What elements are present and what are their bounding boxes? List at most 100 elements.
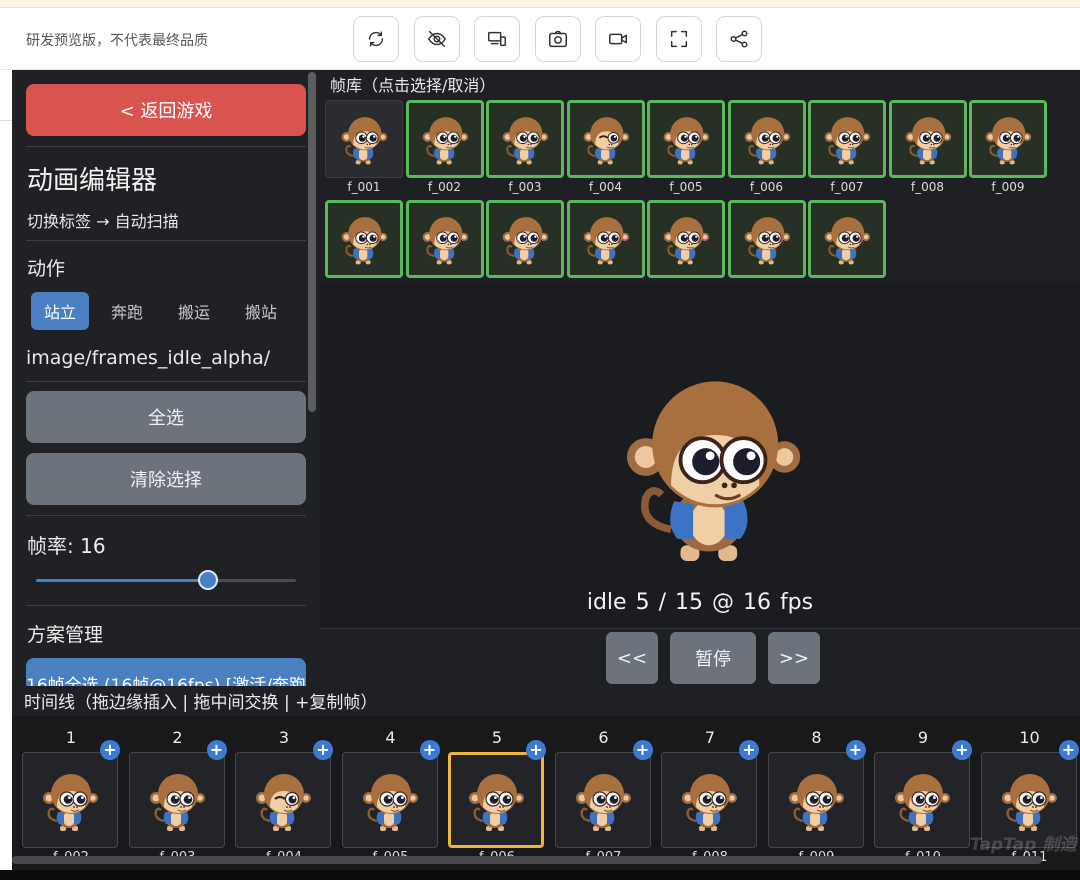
duplicate-frame-button[interactable]: + <box>739 740 759 760</box>
slider-thumb[interactable] <box>197 570 218 590</box>
watermark: TapTap 制造 <box>970 835 1077 855</box>
monkey-sprite <box>682 774 737 831</box>
action-tab-1[interactable]: 奔跑 <box>98 292 156 330</box>
monkey-sprite <box>663 117 710 165</box>
monkey-sprite <box>422 217 468 265</box>
back-to-game-button[interactable]: < 返回游戏 <box>26 84 306 136</box>
action-tab-0[interactable]: 站立 <box>31 292 90 330</box>
monkey-sprite <box>905 117 951 165</box>
library-frame-label: f_003 <box>508 180 542 194</box>
timeline-frame[interactable] <box>128 752 225 848</box>
monkey-sprite <box>341 217 388 265</box>
monkey-sprite <box>824 217 871 265</box>
library-frame[interactable] <box>486 100 564 178</box>
monkey-sprite <box>43 774 98 831</box>
timeline-frame[interactable] <box>874 752 970 848</box>
preview-toolbar: 研发预览版，不代表最终品质 <box>0 8 1080 70</box>
timeline-label: 时间线（拖边缘插入 | 拖中间交换 | +复制帧） <box>24 693 378 713</box>
action-tab-2[interactable]: 搬运 <box>165 292 223 330</box>
library-frame[interactable] <box>325 200 403 278</box>
monkey-sprite <box>663 217 710 265</box>
divider <box>26 515 306 516</box>
library-frame[interactable] <box>969 100 1047 178</box>
action-heading: 动作 <box>27 258 66 280</box>
monkey-sprite <box>583 117 629 165</box>
library-frame[interactable] <box>405 100 484 178</box>
eye-off-icon <box>428 30 446 48</box>
timeline-frame[interactable] <box>661 752 757 848</box>
pause-button[interactable]: 暂停 <box>670 632 756 684</box>
monkey-sprite <box>985 117 1032 165</box>
divider <box>26 146 306 147</box>
duplicate-frame-button[interactable]: + <box>632 740 653 760</box>
editor-sidebar: < 返回游戏 动画编辑器 切换标签 → 自动扫描 动作 站立 奔跑 搬运 搬站 ima… <box>12 70 320 686</box>
divider <box>26 240 306 241</box>
editor-subtitle: 切换标签 → 自动扫描 <box>27 212 179 231</box>
library-frame[interactable] <box>808 100 886 178</box>
monkey-sprite <box>744 117 790 165</box>
screenshot-button[interactable] <box>535 16 581 62</box>
library-frame-label: f_004 <box>588 180 623 194</box>
duplicate-frame-button[interactable]: + <box>419 740 440 760</box>
divider <box>26 381 306 382</box>
duplicate-frame-button[interactable]: + <box>952 740 972 760</box>
timeline-frame[interactable] <box>448 752 544 848</box>
video-icon <box>609 33 627 45</box>
editor-title: 动画编辑器 <box>27 166 158 196</box>
library-frame[interactable] <box>325 100 403 178</box>
action-tab-3[interactable]: 搬站 <box>232 292 290 330</box>
frame-library: f_001 f_002 f_003 f_004 f_005 f_006 f_007 f_008… <box>325 100 1080 282</box>
plan-item-button[interactable]: 16帧全选 (16帧@16fps) [激活/奔跑 <box>26 658 306 686</box>
library-frame[interactable] <box>727 100 806 178</box>
fps-slider[interactable] <box>36 570 296 590</box>
timeline-frame[interactable] <box>22 752 118 848</box>
timeline-scrollbar[interactable] <box>12 856 1042 864</box>
refresh-icon <box>368 31 384 47</box>
duplicate-frame-button[interactable]: + <box>1058 740 1079 760</box>
library-frame[interactable] <box>486 200 564 278</box>
select-all-button[interactable]: 全选 <box>26 391 306 443</box>
library-frame[interactable] <box>727 200 806 278</box>
sidebar-scrollbar[interactable] <box>308 72 316 412</box>
monkey-sprite <box>1001 774 1057 831</box>
animation-editor: < 返回游戏 动画编辑器 切换标签 → 自动扫描 动作 站立 奔跑 搬运 搬站 ima… <box>12 70 1080 880</box>
next-frame-button[interactable]: >> <box>768 632 820 684</box>
monkey-sprite <box>469 774 524 831</box>
library-frame-label: f_008 <box>910 180 945 194</box>
timeline-frame[interactable] <box>767 752 864 848</box>
clear-selection-button[interactable]: 清除选择 <box>26 453 306 505</box>
fps-label: 帧率: 16 <box>27 534 106 558</box>
preview-notice: 研发预览版，不代表最终品质 <box>26 33 208 49</box>
library-frame[interactable] <box>566 100 645 178</box>
duplicate-frame-button[interactable]: + <box>206 740 227 760</box>
camera-icon <box>549 30 567 48</box>
monkey-sprite <box>422 117 468 165</box>
library-frame[interactable] <box>405 200 484 278</box>
hide-button[interactable] <box>414 16 460 62</box>
library-frame-label: f_005 <box>669 180 703 194</box>
library-frame[interactable] <box>647 200 725 278</box>
prev-frame-button[interactable]: << <box>606 632 658 684</box>
library-frame[interactable] <box>808 200 886 278</box>
playback-status: idle 5 / 15 @ 16 fps <box>586 590 814 615</box>
timeline-frame[interactable] <box>554 752 651 848</box>
duplicate-frame-button[interactable]: + <box>845 740 866 760</box>
record-button[interactable] <box>595 16 641 62</box>
duplicate-frame-button[interactable]: + <box>313 740 333 760</box>
monkey-sprite <box>788 774 844 831</box>
monkey-sprite <box>362 774 418 831</box>
library-frame-label: f_007 <box>830 180 864 194</box>
duplicate-frame-button[interactable]: + <box>526 740 546 760</box>
timeline-frame[interactable] <box>235 752 331 848</box>
slider-fill <box>36 579 208 582</box>
share-button[interactable] <box>716 16 762 62</box>
library-frame[interactable] <box>566 200 645 278</box>
refresh-button[interactable] <box>353 16 399 62</box>
fullscreen-button[interactable] <box>656 16 702 62</box>
monkey-sprite <box>824 117 871 165</box>
library-frame[interactable] <box>888 100 967 178</box>
duplicate-frame-button[interactable]: + <box>100 740 120 760</box>
library-frame[interactable] <box>647 100 725 178</box>
device-button[interactable] <box>474 16 520 62</box>
timeline-frame[interactable] <box>341 752 438 848</box>
